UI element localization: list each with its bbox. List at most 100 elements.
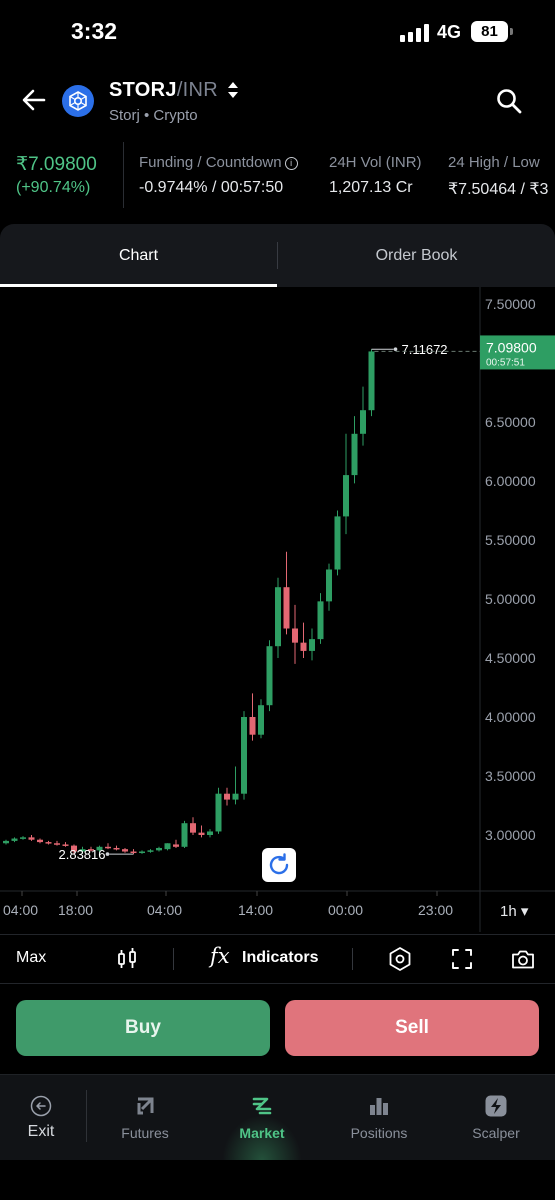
candle-body <box>207 831 213 835</box>
status-time: 3:32 <box>71 18 118 44</box>
nav-exit[interactable]: Exit <box>0 1075 82 1161</box>
candle-body <box>113 847 120 850</box>
fx-icon[interactable]: fx <box>210 944 230 968</box>
candle-body <box>283 587 290 629</box>
price-tick-label: 5.00000 <box>485 591 536 607</box>
nav-market[interactable]: Market <box>220 1075 304 1161</box>
time-tick-label: 04:00 <box>3 902 38 918</box>
battery-tip <box>510 28 513 35</box>
max-button[interactable]: Max <box>16 949 46 967</box>
pair-quote: /INR <box>176 79 219 101</box>
candle-body <box>360 410 366 434</box>
candle-body <box>3 840 9 844</box>
nav-exit-label: Exit <box>27 1123 55 1140</box>
timeframe-select[interactable]: 1h ▾ <box>500 902 528 920</box>
candle-body <box>11 838 18 841</box>
time-tick-label: 00:00 <box>328 902 363 918</box>
sort-icon[interactable] <box>227 81 239 99</box>
low-marker-dot <box>105 852 110 856</box>
candle-body <box>190 823 196 833</box>
bottom-nav: Exit Futures Market Positions Scalper <box>0 1074 555 1161</box>
storj-logo-icon <box>62 85 94 117</box>
price-change: (+90.74%) <box>16 179 91 196</box>
high-marker-label: 7.11672 <box>402 342 448 357</box>
time-tick-label: 23:00 <box>418 902 453 918</box>
ticker-stats: ₹7.09800 (+90.74%) Funding / Countdown i … <box>0 140 555 212</box>
sell-button[interactable]: Sell <box>285 1000 539 1056</box>
high-low-label: 24 High / Low <box>448 154 540 171</box>
candle-body <box>54 843 60 845</box>
price-tick-label: 5.50000 <box>485 532 536 548</box>
candle-body <box>224 793 230 800</box>
battery-icon: 81 <box>471 21 508 42</box>
high-low-value: ₹7.50464 / ₹3 <box>448 181 549 198</box>
candle-body <box>241 717 247 794</box>
chart-toolbar: Max fx Indicators <box>0 934 555 984</box>
price-tick-label: 3.00000 <box>485 827 536 843</box>
candlestick-icon[interactable] <box>114 946 140 972</box>
candle-body <box>368 351 375 411</box>
time-tick-label: 04:00 <box>147 902 182 918</box>
current-price-label: 7.09800 <box>486 339 537 355</box>
buy-button[interactable]: Buy <box>16 1000 270 1056</box>
tab-chart[interactable]: Chart <box>0 224 277 287</box>
candle-body <box>198 832 205 835</box>
candle-body <box>122 849 128 852</box>
stats-divider <box>123 142 124 208</box>
funding-label[interactable]: Funding / Countdown i <box>139 154 298 171</box>
refresh-button <box>262 848 296 882</box>
candle-body <box>139 851 145 854</box>
camera-icon[interactable] <box>510 946 536 972</box>
cellular-signal-icon <box>400 24 430 42</box>
price-tick-label: 6.50000 <box>485 414 536 430</box>
funding-label-text: Funding / Countdown <box>139 154 282 171</box>
candle-body <box>334 516 341 570</box>
candle-body <box>266 646 273 706</box>
nav-positions-label: Positions <box>350 1125 408 1141</box>
candle-body <box>181 823 188 847</box>
candle-body <box>317 601 324 640</box>
info-icon[interactable]: i <box>284 157 298 170</box>
nav-positions[interactable]: Positions <box>335 1075 423 1161</box>
price-chart[interactable]: 7.500007.000006.500006.000005.500005.000… <box>0 287 555 932</box>
candle-body <box>258 705 264 735</box>
candle-body <box>326 569 332 602</box>
nav-separator <box>86 1090 87 1142</box>
pair-subtitle: Storj • Crypto <box>109 107 198 124</box>
toolbar-separator <box>173 948 174 970</box>
candle-body <box>28 837 35 840</box>
market-icon <box>252 1097 272 1115</box>
futures-icon <box>137 1097 154 1115</box>
candle-body <box>62 844 69 846</box>
nav-futures[interactable]: Futures <box>102 1075 188 1161</box>
settings-hexagon-icon[interactable] <box>387 946 413 972</box>
candle-body <box>300 642 307 651</box>
fullscreen-icon[interactable] <box>449 946 475 972</box>
positions-icon <box>370 1098 388 1115</box>
tab-order-book[interactable]: Order Book <box>278 224 555 287</box>
candle-body <box>156 847 162 851</box>
candle-body <box>343 475 349 517</box>
candle-body <box>45 842 52 844</box>
back-arrow-icon[interactable] <box>20 88 48 112</box>
time-tick-label: 14:00 <box>238 902 273 918</box>
funding-value: -0.9744% / 00:57:50 <box>139 179 284 196</box>
candle-body <box>351 433 358 476</box>
candle-body <box>164 843 171 850</box>
scalper-icon <box>485 1095 507 1117</box>
volume-label: 24H Vol (INR) <box>329 154 422 171</box>
price-tick-label: 4.50000 <box>485 650 536 666</box>
candle-body <box>215 793 222 832</box>
search-icon[interactable] <box>495 87 523 115</box>
nav-scalper[interactable]: Scalper <box>455 1075 537 1161</box>
nav-scalper-label: Scalper <box>472 1125 520 1141</box>
candle-body <box>37 839 43 843</box>
time-tick-label: 18:00 <box>58 902 93 918</box>
candlestick-chart[interactable]: 7.500007.000006.500006.000005.500005.000… <box>0 287 555 932</box>
candle-body <box>105 846 111 849</box>
indicators-button[interactable]: Indicators <box>242 949 318 967</box>
candle-body <box>232 793 239 800</box>
pair-title[interactable]: STORJ/INR <box>109 79 218 102</box>
candle-body <box>275 587 281 647</box>
candle-body <box>309 639 315 651</box>
